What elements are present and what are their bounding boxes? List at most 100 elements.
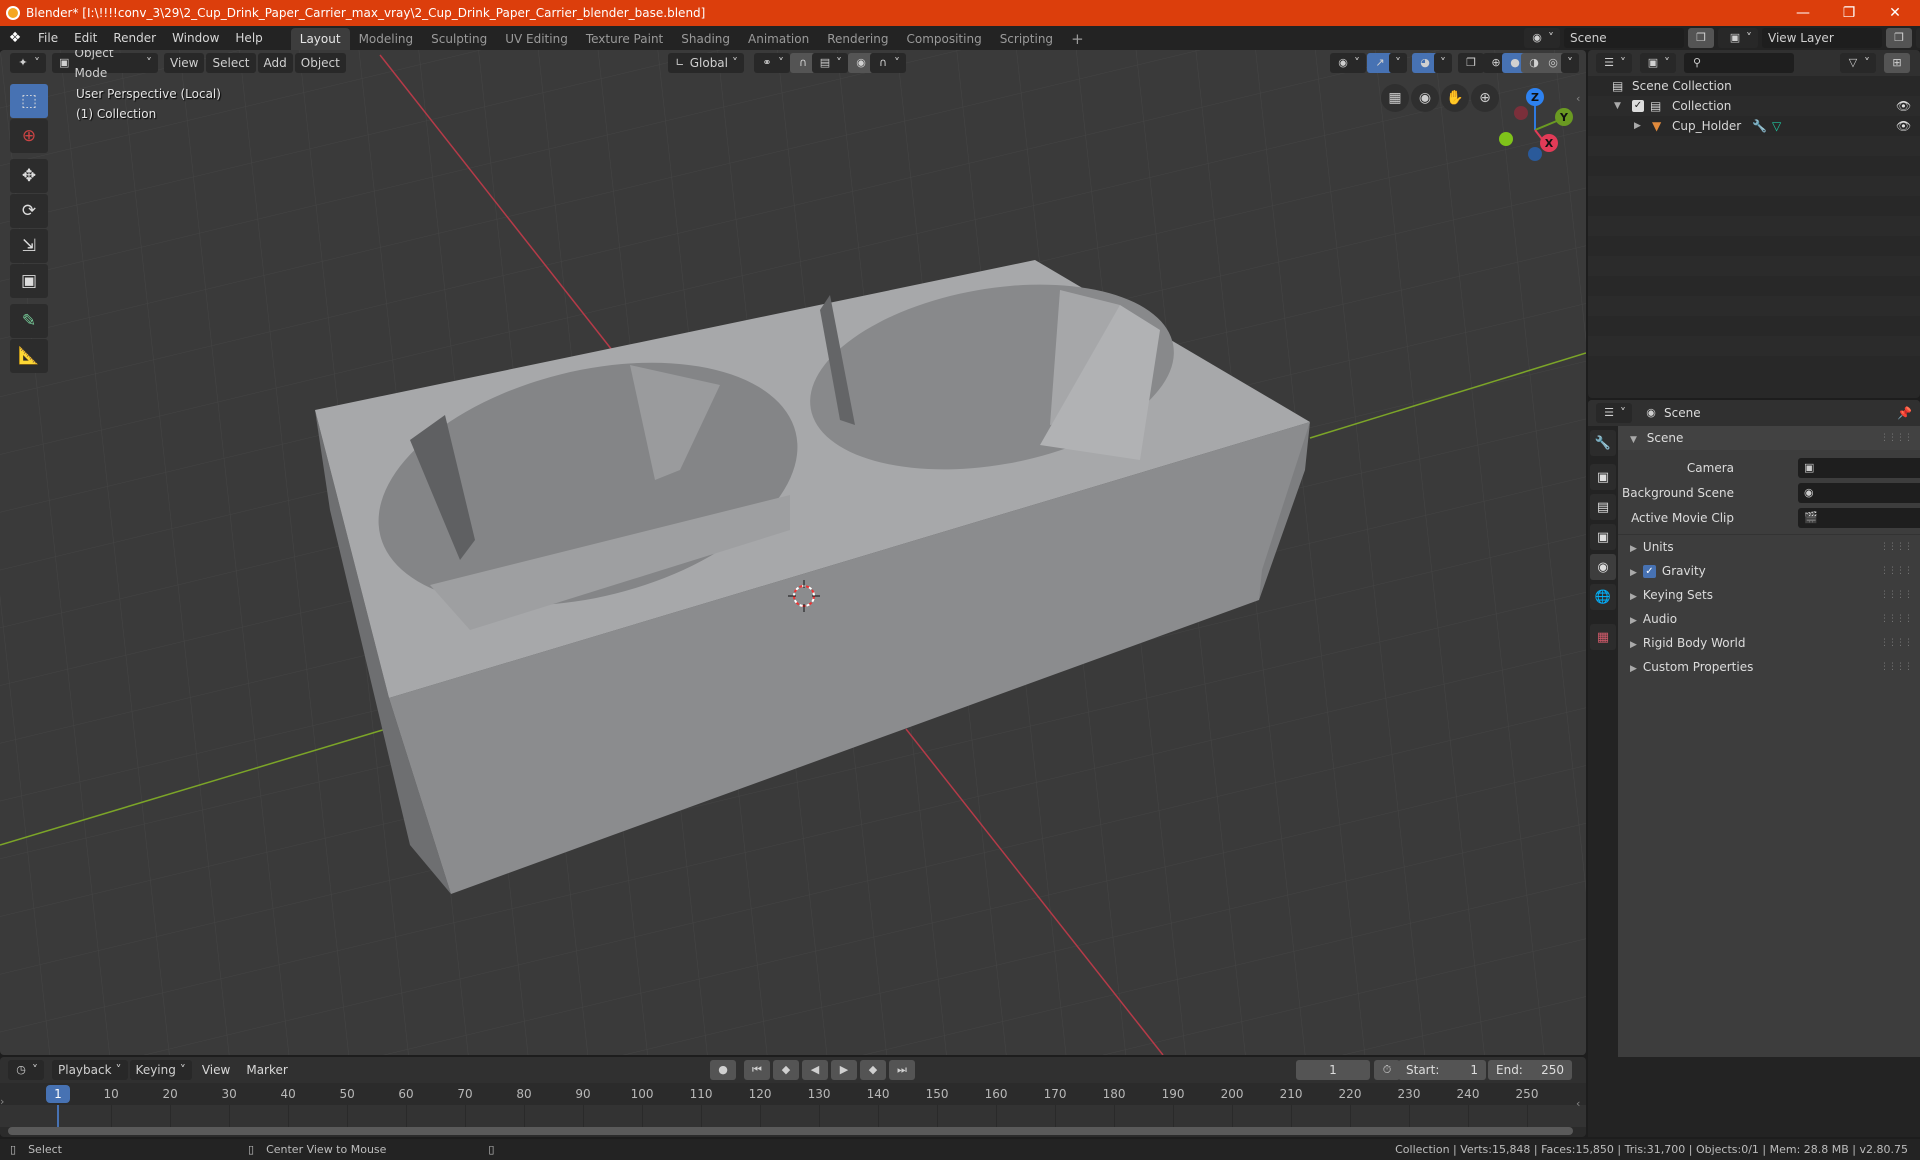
snap-target-dropdown[interactable]: ▤ ˅ [812, 53, 848, 73]
menu-view[interactable]: View [164, 53, 205, 73]
gizmo-dropdown[interactable]: ˅ [1389, 53, 1407, 73]
sidebar-toggle-icon[interactable]: ‹ [1576, 92, 1580, 105]
tab-render[interactable]: ▣ [1590, 464, 1616, 490]
move-tool[interactable]: ✥ [10, 159, 48, 193]
drag-grip-icon[interactable]: ⋮⋮⋮⋮ [1880, 655, 1913, 679]
timeline-channels[interactable] [0, 1105, 1586, 1127]
camera-view-icon[interactable]: ◉ [1411, 84, 1439, 112]
keying-dropdown[interactable]: Keying ˅ [129, 1060, 192, 1080]
panel-scene-header[interactable]: ▼ Scene ⋮⋮⋮⋮ [1618, 426, 1920, 450]
close-icon[interactable]: ✕ [1872, 0, 1918, 26]
minimize-icon[interactable]: — [1780, 0, 1826, 26]
annotate-tool[interactable]: ✎ [10, 304, 48, 338]
pan-hand-icon[interactable]: ✋ [1441, 84, 1469, 112]
tab-texture-paint[interactable]: Texture Paint [577, 28, 672, 50]
gravity-checkbox[interactable]: ✓ [1642, 565, 1656, 578]
properties-editor-type-button[interactable]: ☰ ˅ [1596, 403, 1632, 423]
outliner-row-cup-holder[interactable]: ▶ ▼ Cup_Holder 🔧 ▽ 👁 [1588, 116, 1920, 136]
start-frame-field[interactable]: Start: 1 [1398, 1060, 1486, 1080]
tab-shading[interactable]: Shading [672, 28, 739, 50]
rotate-tool[interactable]: ⟳ [10, 194, 48, 228]
prev-keyframe-button[interactable]: ◆ [773, 1060, 799, 1080]
eye-icon[interactable]: 👁 [1896, 96, 1911, 116]
tab-scripting[interactable]: Scripting [991, 28, 1062, 50]
filter-dropdown[interactable]: ▽ ˅ [1840, 53, 1876, 73]
gizmo-neg-x[interactable] [1514, 106, 1528, 120]
perspective-toggle-icon[interactable]: ▦ [1381, 84, 1409, 112]
drag-grip-icon[interactable]: ⋮⋮⋮⋮ [1880, 426, 1913, 450]
play-reverse-button[interactable]: ◀ [802, 1060, 828, 1080]
pin-icon[interactable]: 📌 [1897, 406, 1912, 420]
editor-type-button[interactable]: ✦ ˅ [10, 53, 46, 73]
scene-name-field[interactable]: Scene [1564, 28, 1684, 48]
transform-orientation-dropdown[interactable]: ∟ Global ˅ [668, 53, 744, 73]
play-button[interactable]: ▶ [831, 1060, 857, 1080]
mesh-data-icon[interactable]: ▽ [1772, 116, 1781, 136]
menu-help[interactable]: Help [227, 26, 270, 50]
tab-tool[interactable]: 🔧 [1590, 430, 1616, 456]
measure-tool[interactable]: 📐 [10, 339, 48, 373]
eye-icon[interactable]: 👁 [1896, 116, 1911, 136]
expand-arrow-icon[interactable]: ▶ [1634, 116, 1641, 136]
menu-render[interactable]: Render [105, 26, 164, 50]
new-scene-button[interactable]: ❐ [1688, 28, 1714, 48]
tab-modeling[interactable]: Modeling [350, 28, 423, 50]
scale-tool[interactable]: ⇲ [10, 229, 48, 263]
timeline-right-toggle-icon[interactable]: ‹ [1576, 1097, 1580, 1110]
drag-grip-icon[interactable]: ⋮⋮⋮⋮ [1880, 559, 1913, 583]
tab-rendering[interactable]: Rendering [818, 28, 897, 50]
drag-grip-icon[interactable]: ⋮⋮⋮⋮ [1880, 631, 1913, 655]
record-button[interactable]: ● [710, 1060, 736, 1080]
menu-select[interactable]: Select [206, 53, 256, 73]
panel-units[interactable]: ▶ Units ⋮⋮⋮⋮ [1618, 535, 1920, 559]
outliner-row-scene-collection[interactable]: ▤ Scene Collection [1588, 76, 1920, 96]
background-scene-field[interactable]: ◉ [1798, 483, 1920, 503]
visibility-dropdown[interactable]: ◉ ˅ [1330, 53, 1366, 73]
overlay-dropdown[interactable]: ˅ [1434, 53, 1452, 73]
delete-view-layer-button[interactable]: ✕ [1916, 28, 1920, 48]
tab-scene[interactable]: ◉ [1590, 554, 1616, 580]
timeline-menu-view[interactable]: View [194, 1058, 238, 1082]
panel-custom-properties[interactable]: ▶ Custom Properties ⋮⋮⋮⋮ [1618, 655, 1920, 679]
timeline-scrollbar[interactable] [8, 1127, 1573, 1135]
scene-selector-button[interactable]: ◉ ˅ [1524, 28, 1560, 48]
tab-animation[interactable]: Animation [739, 28, 818, 50]
tab-world[interactable]: 🌐 [1590, 584, 1616, 610]
tab-uv-editing[interactable]: UV Editing [496, 28, 577, 50]
timeline-menu-marker[interactable]: Marker [238, 1058, 295, 1082]
drag-grip-icon[interactable]: ⋮⋮⋮⋮ [1880, 535, 1913, 559]
view-layer-selector-button[interactable]: ▣ ˅ [1722, 28, 1758, 48]
view-layer-name-field[interactable]: View Layer [1762, 28, 1882, 48]
end-frame-field[interactable]: End: 250 [1488, 1060, 1572, 1080]
menu-add[interactable]: Add [257, 53, 293, 73]
drag-grip-icon[interactable]: ⋮⋮⋮⋮ [1880, 583, 1913, 607]
panel-gravity[interactable]: ▶ ✓ Gravity ⋮⋮⋮⋮ [1618, 559, 1920, 583]
expand-arrow-icon[interactable]: ▼ [1614, 96, 1621, 116]
jump-start-button[interactable]: ⏮ [744, 1060, 770, 1080]
transform-tool[interactable]: ▣ [10, 264, 48, 298]
gizmo-neg-y[interactable] [1499, 132, 1513, 146]
new-view-layer-button[interactable]: ❐ [1886, 28, 1912, 48]
zoom-icon[interactable]: ⊕ [1471, 84, 1499, 112]
menu-object[interactable]: Object [294, 53, 346, 73]
cursor-tool[interactable]: ⊕ [10, 119, 48, 153]
tab-output[interactable]: ▤ [1590, 494, 1616, 520]
gizmo-neg-z[interactable] [1528, 147, 1542, 161]
current-frame-field[interactable]: 1 [1296, 1060, 1370, 1080]
tab-sculpting[interactable]: Sculpting [422, 28, 496, 50]
viewport-canvas[interactable]: Z Y X [0, 50, 1586, 1055]
timeline-ruler[interactable]: 1 10 20 30 40 50 60 70 80 90 100 110 120 130 140 150 16… [0, 1083, 1586, 1105]
menu-file[interactable]: File [30, 26, 66, 50]
tab-layout[interactable]: Layout [290, 28, 350, 50]
falloff-dropdown[interactable]: ∩ ˅ [870, 53, 906, 73]
timeline-left-toggle-icon[interactable]: › [0, 1095, 4, 1108]
3d-viewport[interactable]: Z Y X ✦ ˅ ▣ Object Mode ˅ View Select Add O… [0, 50, 1586, 1055]
add-workspace-button[interactable]: + [1062, 28, 1093, 50]
display-mode-dropdown[interactable]: ▣ ˅ [1640, 53, 1676, 73]
panel-keying-sets[interactable]: ▶ Keying Sets ⋮⋮⋮⋮ [1618, 583, 1920, 607]
menu-window[interactable]: Window [164, 26, 227, 50]
playhead-line[interactable] [57, 1105, 59, 1127]
restore-icon[interactable]: ❐ [1826, 0, 1872, 26]
camera-field[interactable]: ▣✏ [1798, 458, 1920, 478]
xray-toggle[interactable]: ❐ [1458, 53, 1484, 73]
